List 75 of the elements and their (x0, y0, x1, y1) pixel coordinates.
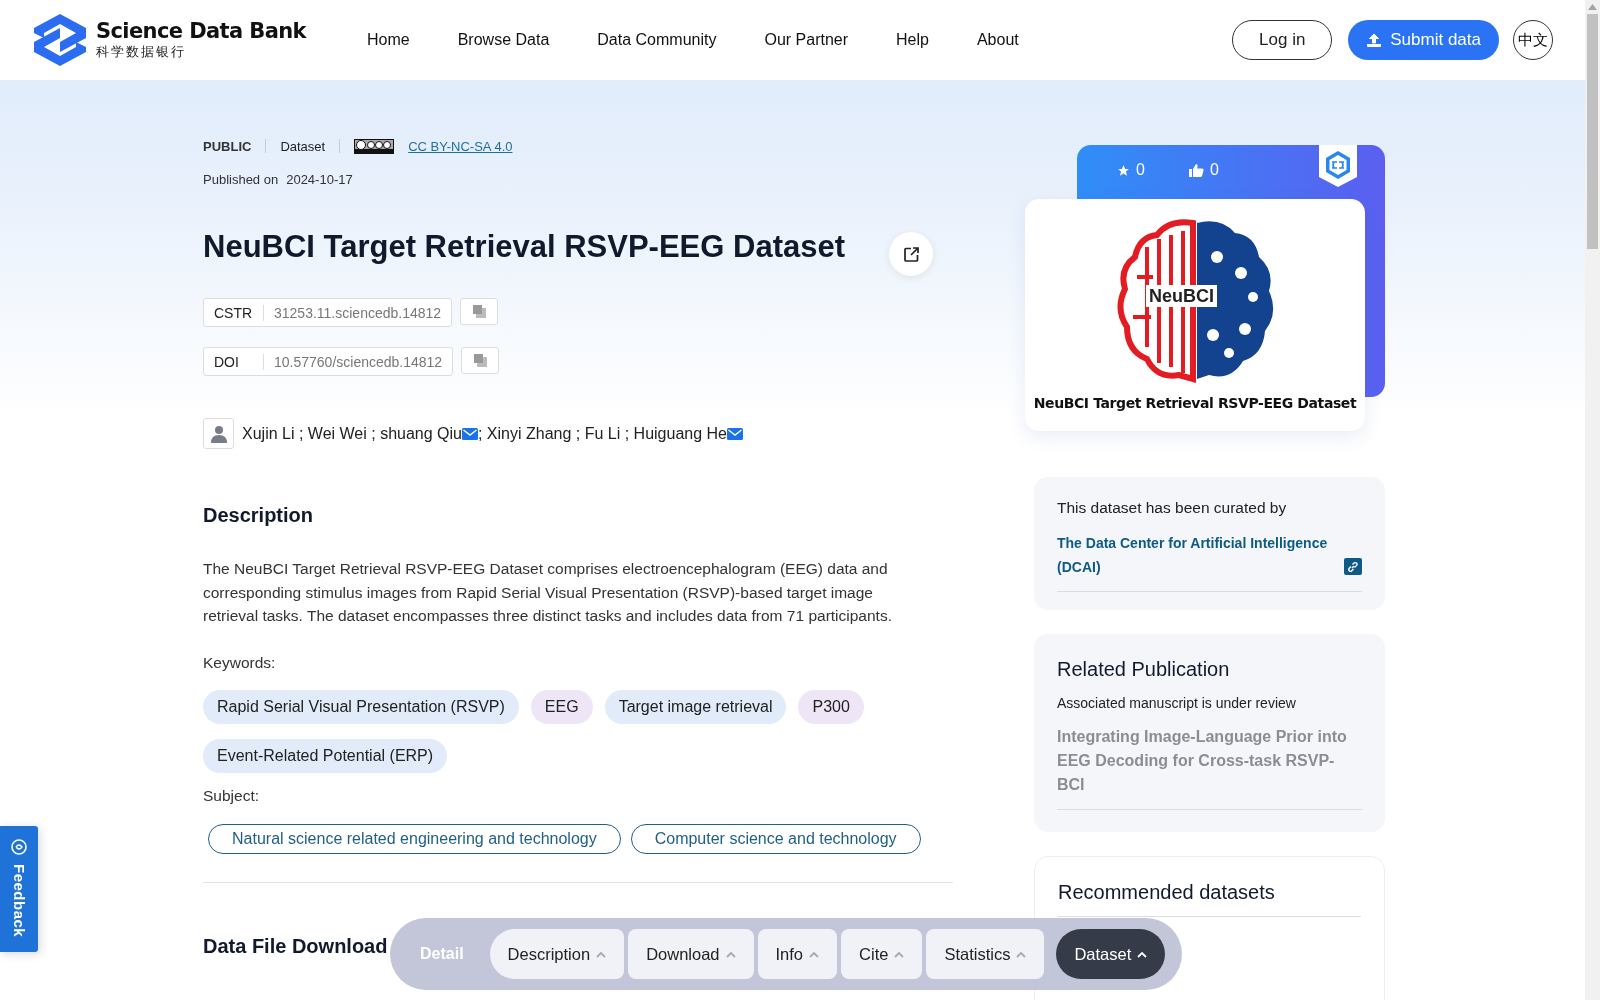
author-names[interactable]: Xujin Li ; Wei Wei ; shuang Qiu (242, 424, 462, 443)
chevron-up-icon (596, 950, 607, 958)
nav-link[interactable]: Our Partner (764, 31, 849, 49)
copy-button[interactable] (460, 298, 499, 325)
published-date: 2024-10-17 (286, 172, 353, 187)
star-icon (1117, 163, 1130, 177)
curator-link[interactable]: The Data Center for Artificial Intelligence (DCAI) (1057, 531, 1342, 579)
login-button[interactable]: Log in (1232, 20, 1333, 60)
scrollbar[interactable] (1585, 0, 1600, 1000)
identifier-field: CSTR 31253.11.sciencedb.14812 (203, 298, 453, 327)
publication-heading: Related Publication (1057, 658, 1231, 681)
section-tab[interactable]: Statistics (926, 929, 1045, 979)
logo-icon (32, 12, 88, 68)
keyword-tag[interactable]: Event-Related Potential (ERP) (203, 738, 448, 773)
type-label: Dataset (280, 138, 326, 154)
copy-icon (473, 354, 487, 367)
keywords-label: Keywords: (203, 653, 277, 672)
logo-name: Science Data Bank (96, 19, 306, 43)
chevron-up-icon (894, 950, 905, 958)
upload-icon (1366, 32, 1383, 48)
nav-link[interactable]: Help (896, 31, 929, 49)
share-button[interactable] (889, 232, 933, 276)
person-icon (203, 418, 234, 449)
section-tab[interactable]: Description (489, 929, 625, 979)
hexagon-badge-icon (1319, 145, 1357, 187)
keyword-tag[interactable]: Target image retrieval (604, 689, 787, 724)
access-label: PUBLIC (203, 138, 252, 154)
thumbs-up-icon (1188, 163, 1204, 177)
subject-label: Subject: (203, 786, 260, 805)
external-link-icon (902, 245, 920, 263)
nav-link[interactable]: Data Community (597, 31, 717, 49)
submit-data-button[interactable]: Submit data (1348, 20, 1499, 60)
likes-count[interactable]: 0 (1188, 161, 1219, 179)
dataset-title: NeuBCI Target Retrieval RSVP-EEG Dataset (203, 229, 845, 265)
nav-link[interactable]: Browse Data (457, 31, 550, 49)
download-heading: Data File Download (203, 934, 388, 958)
brain-logo-text: NeuBCI (1146, 285, 1217, 307)
recommended-heading: Recommended datasets (1058, 881, 1361, 917)
mail-icon[interactable] (727, 427, 743, 440)
scroll-up-arrow-icon[interactable] (1588, 4, 1597, 10)
published-label: Published on (203, 172, 279, 187)
link-icon (1347, 560, 1359, 573)
scrollbar-thumb[interactable] (1587, 14, 1598, 249)
description-text: The NeuBCI Target Retrieval RSVP-EEG Dataset comprises electroencephalogram (EEG) data and corresponding stimulus images from Rapid Serial Visual Presentation (RSVP)-based target image retrieval tasks. The dataset encompasses three distinct tasks and includes data from 71 participants. (203, 559, 893, 626)
section-tab[interactable]: Cite (841, 929, 923, 979)
chevron-up-icon (1016, 950, 1027, 958)
nav-link[interactable]: About (976, 31, 1019, 49)
chevron-up-icon (809, 950, 820, 958)
keyword-tag[interactable]: Rapid Serial Visual Presentation (RSVP) (203, 689, 519, 724)
curator-intro: This dataset has been curated by (1057, 499, 1288, 517)
link-button[interactable] (1344, 558, 1362, 575)
language-button[interactable]: 中文 (1513, 20, 1553, 60)
feedback-button[interactable]: Feedback (0, 826, 38, 952)
section-tab[interactable]: Download (628, 929, 754, 979)
section-tab[interactable]: Info (757, 929, 838, 979)
keyword-tag[interactable]: P300 (798, 689, 864, 724)
copy-button[interactable] (461, 347, 500, 374)
license-link[interactable]: CC BY-NC-SA 4.0 (408, 138, 513, 154)
chevron-up-icon (725, 950, 736, 958)
chevron-up-icon (1137, 950, 1148, 958)
keyword-tag[interactable]: EEG (530, 689, 593, 724)
detail-label: Detail (420, 945, 464, 963)
publication-note: Associated manuscript is under review (1057, 695, 1297, 711)
author-names[interactable]: ; Xinyi Zhang ; Fu Li ; Huiguang He (477, 424, 727, 443)
mail-icon[interactable] (461, 427, 478, 440)
feedback-icon (10, 838, 28, 856)
license-icon (354, 138, 395, 154)
cover-caption: NeuBCI Target Retrieval RSVP-EEG Dataset (1033, 395, 1357, 411)
description-heading: Description (203, 504, 315, 527)
logo-subtitle: 科学数据银行 (96, 43, 187, 61)
nav-link[interactable]: Home (367, 31, 410, 49)
stars-count[interactable]: 0 (1117, 161, 1145, 179)
copy-icon (472, 305, 486, 318)
identifier-field: DOI 10.57760/sciencedb.14812 (203, 347, 454, 376)
section-tab[interactable]: Dataset (1056, 929, 1166, 979)
